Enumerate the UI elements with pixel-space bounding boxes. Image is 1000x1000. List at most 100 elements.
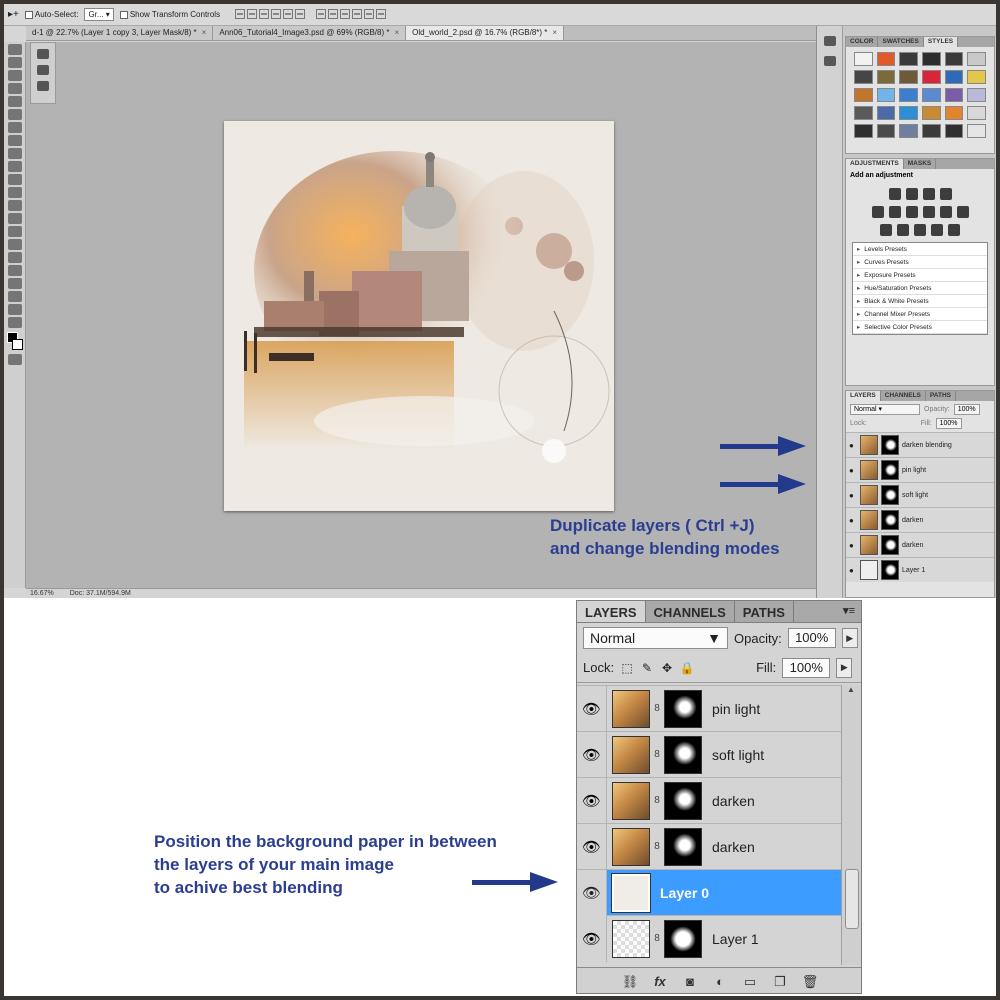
style-swatch[interactable] — [876, 88, 896, 102]
dodge-tool-icon[interactable] — [7, 213, 22, 224]
zoom-tool-icon[interactable] — [7, 317, 22, 328]
style-swatch[interactable] — [967, 106, 986, 120]
path-select-tool-icon[interactable] — [7, 252, 22, 263]
layer-row[interactable]: 👁 8 Layer 1 — [577, 915, 841, 962]
eye-icon[interactable]: ● — [849, 441, 857, 450]
crop-tool-icon[interactable] — [7, 96, 22, 107]
doc-tab[interactable]: d-1 @ 22.7% (Layer 1 copy 3, Layer Mask/… — [26, 26, 214, 40]
style-swatch[interactable] — [899, 52, 918, 66]
style-swatch[interactable] — [921, 124, 941, 138]
3d-rotate-tool-icon[interactable] — [7, 278, 22, 289]
chain-link-icon[interactable]: 8 — [650, 795, 664, 806]
small-layer-row[interactable]: ● soft light — [846, 482, 994, 507]
small-fill-field[interactable]: 100% — [935, 418, 962, 429]
style-swatch[interactable] — [854, 124, 873, 138]
eyedropper-tool-icon[interactable] — [7, 109, 22, 120]
new-layer-icon[interactable]: ❐ — [772, 974, 788, 989]
tab-color[interactable]: COLOR — [846, 37, 879, 47]
type-tool-icon[interactable] — [7, 239, 22, 250]
small-layer-row[interactable]: ● darken — [846, 507, 994, 532]
lock-transparent-icon[interactable]: ⬚ — [620, 661, 634, 675]
eye-icon[interactable]: ● — [849, 541, 857, 550]
pen-tool-icon[interactable] — [7, 226, 22, 237]
auto-select-dropdown[interactable]: Gr... ▾ — [84, 8, 114, 21]
threshold-icon[interactable] — [914, 224, 926, 236]
hue-saturation-icon[interactable] — [888, 206, 901, 218]
style-swatch[interactable] — [899, 70, 918, 84]
preset-item[interactable]: Channel Mixer Presets — [853, 308, 987, 321]
preset-item[interactable]: Exposure Presets — [853, 269, 987, 282]
eye-icon[interactable]: ● — [849, 466, 857, 475]
align-icons[interactable] — [234, 8, 387, 21]
invert-icon[interactable] — [880, 224, 892, 236]
style-swatch[interactable] — [944, 88, 964, 102]
blend-mode-select[interactable]: Normal ▼ — [583, 627, 728, 649]
color-swatches-icon[interactable] — [6, 332, 23, 350]
layer-mask-thumbnail[interactable] — [664, 919, 702, 958]
style-swatch[interactable] — [921, 88, 941, 102]
3d-orbit-tool-icon[interactable] — [7, 291, 22, 302]
style-swatch[interactable] — [899, 124, 918, 138]
style-swatch[interactable] — [899, 88, 918, 102]
vibrance-icon[interactable] — [871, 206, 884, 218]
layer-comps-icon[interactable] — [37, 81, 49, 91]
selective-color-icon[interactable] — [948, 224, 960, 236]
style-swatch[interactable] — [967, 52, 986, 66]
eye-icon[interactable]: 👁 — [577, 731, 607, 778]
style-swatch[interactable] — [854, 106, 873, 120]
chain-link-icon[interactable]: 8 — [650, 749, 664, 760]
style-swatch[interactable] — [967, 88, 986, 102]
small-layer-row[interactable]: ● Layer 1 — [846, 557, 994, 582]
eye-icon[interactable]: ● — [849, 491, 857, 500]
style-swatch[interactable] — [876, 52, 896, 66]
histogram-icon[interactable] — [823, 56, 836, 66]
tab-swatches[interactable]: SWATCHES — [878, 37, 924, 47]
tab-channels[interactable]: CHANNELS — [646, 601, 735, 622]
black-white-icon[interactable] — [922, 206, 935, 218]
quick-select-tool-icon[interactable] — [7, 83, 22, 94]
quick-mask-icon[interactable] — [7, 354, 22, 365]
layer-mask-thumbnail[interactable] — [664, 827, 702, 866]
tab-layers[interactable]: LAYERS — [577, 601, 646, 622]
eraser-tool-icon[interactable] — [7, 174, 22, 185]
style-swatch[interactable] — [944, 70, 964, 84]
style-swatch[interactable] — [967, 124, 986, 138]
small-opacity-field[interactable]: 100% — [953, 404, 980, 415]
eye-icon[interactable]: ● — [849, 516, 857, 525]
opacity-field[interactable]: 100% — [787, 628, 836, 648]
layer-row[interactable]: 👁 8 darken — [577, 823, 841, 870]
fill-slider-toggle[interactable]: ▶ — [836, 657, 853, 678]
close-icon[interactable]: × — [202, 28, 207, 37]
mask-icon[interactable]: ◙ — [682, 974, 698, 989]
style-swatch[interactable] — [876, 124, 896, 138]
move-tool-icon[interactable]: ▸+ — [8, 9, 19, 20]
chain-link-icon[interactable]: 8 — [650, 933, 664, 944]
layer-row[interactable]: 👁 8 darken — [577, 777, 841, 824]
style-swatch[interactable] — [876, 70, 896, 84]
canvas-artwork[interactable] — [224, 121, 614, 511]
eye-icon[interactable]: 👁 — [577, 685, 607, 732]
eye-icon[interactable]: 👁 — [577, 777, 607, 824]
chain-link-icon[interactable]: 8 — [650, 703, 664, 714]
fx-icon[interactable]: fx — [652, 974, 668, 989]
small-layer-row[interactable]: ● pin light — [846, 457, 994, 482]
style-swatch[interactable] — [854, 70, 873, 84]
style-swatch[interactable] — [944, 106, 964, 120]
hand-tool-icon[interactable] — [7, 304, 22, 315]
marquee-tool-icon[interactable] — [7, 57, 22, 68]
preset-item[interactable]: Black & White Presets — [853, 295, 987, 308]
preset-item[interactable]: Hue/Saturation Presets — [853, 282, 987, 295]
eye-icon[interactable]: ● — [849, 566, 857, 575]
style-swatch[interactable] — [876, 106, 896, 120]
auto-select-checkbox[interactable]: Auto-Select: — [24, 10, 78, 19]
style-swatch[interactable] — [967, 70, 986, 84]
eye-icon[interactable]: 👁 — [577, 869, 607, 916]
brush-presets-icon[interactable] — [37, 49, 49, 59]
brush-tool-icon[interactable] — [7, 135, 22, 146]
lock-brush-icon[interactable]: ✎ — [640, 661, 654, 675]
zoom-readout[interactable]: 16.67% — [30, 590, 54, 597]
posterize-icon[interactable] — [897, 224, 909, 236]
adjustment-icon[interactable]: ◐ — [712, 974, 728, 989]
eye-icon[interactable]: 👁 — [577, 915, 607, 962]
tab-layers[interactable]: LAYERS — [846, 391, 881, 401]
